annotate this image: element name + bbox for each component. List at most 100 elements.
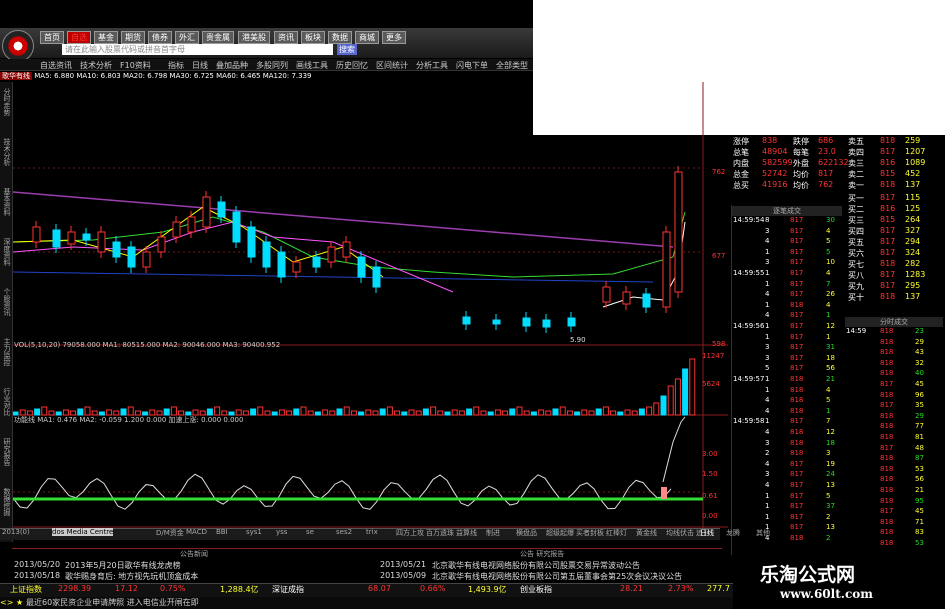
- indicator-tab-19[interactable]: 均线伏击: [666, 528, 694, 538]
- toolbar-button-5[interactable]: 外汇: [175, 31, 199, 44]
- menu-item-7[interactable]: 画线工具: [296, 60, 328, 71]
- quote-value2-0: 686: [818, 136, 834, 145]
- volume-bar-44: [329, 410, 336, 416]
- trade-price-30: 818: [790, 534, 804, 542]
- toolbar-button-11[interactable]: 商城: [355, 31, 379, 44]
- volume-bar-61: [451, 409, 458, 416]
- toolbar-button-12[interactable]: 更多: [382, 31, 406, 44]
- indicator-tab-1[interactable]: dos Media Centre: [52, 528, 114, 536]
- trade-n-3: 1: [765, 247, 770, 256]
- daily-tab[interactable]: 日线: [700, 528, 714, 538]
- indicator-tab-13[interactable]: 制进: [486, 528, 500, 538]
- volume-bar-86: [631, 410, 638, 416]
- sz-index-name[interactable]: 深证成指: [272, 584, 304, 595]
- indicator-tab-0[interactable]: 2013(0): [2, 528, 30, 536]
- ma-row: 歌华有线 MA5: 6.880 MA10: 6.803 MA20: 6.798 …: [0, 71, 533, 81]
- menu-item-8[interactable]: 历史回忆: [336, 60, 368, 71]
- trade-vol-5: 4: [826, 269, 831, 277]
- report-title-1[interactable]: 北京歌华有线电视网络股份有限公司第五届董事会第25次会议决议公告: [432, 571, 682, 582]
- sh-index-amount: 1,288.4亿: [220, 585, 259, 594]
- left-tab-2[interactable]: 基本资料: [1, 188, 11, 216]
- ask-label-0: 卖五: [848, 137, 864, 146]
- trade-n-16: 1: [765, 385, 770, 394]
- indicator-tab-8[interactable]: ses2: [336, 528, 352, 536]
- trade-price-11: 817: [790, 332, 804, 341]
- menu-item-3[interactable]: 指标: [168, 60, 184, 71]
- toolbar-button-1[interactable]: 自选: [67, 31, 91, 44]
- indicator-tab-22[interactable]: 其他: [756, 528, 770, 538]
- menu-item-11[interactable]: 闪电下单: [456, 60, 488, 71]
- minute-trades-panel[interactable]: [843, 316, 945, 555]
- indicator-tab-3[interactable]: MACD: [186, 528, 207, 536]
- menu-item-6[interactable]: 多股同列: [256, 60, 288, 71]
- toolbar-button-4[interactable]: 债券: [148, 31, 172, 44]
- menu-item-5[interactable]: 叠加品种: [216, 60, 248, 71]
- left-tab-1[interactable]: 技术分析: [1, 138, 11, 166]
- indicator-tab-11[interactable]: 百万遗珠: [426, 528, 454, 538]
- indicator-tab-17[interactable]: 红棒灯: [606, 528, 627, 538]
- news-ticker[interactable]: <> ★ 最近60家民资企业申请牌照 进入电信业开闸在即: [0, 597, 733, 609]
- news-title-0[interactable]: 2013年5月20日歌华有线龙虎榜: [65, 560, 181, 571]
- report-title-0[interactable]: 北京歌华有线电视网络股份有限公司股票交易异常波动公告: [432, 560, 640, 571]
- toolbar-button-8[interactable]: 资讯: [274, 31, 298, 44]
- left-tab-8[interactable]: 数据挖掘: [1, 488, 11, 516]
- quote-label2-3: 均价: [793, 170, 809, 179]
- indicator-tab-9[interactable]: trix: [366, 528, 378, 536]
- minute-vol-15: 21: [915, 486, 924, 494]
- left-tab-6[interactable]: 行业对比: [1, 388, 11, 416]
- indicator-tab-14[interactable]: 横盘品: [516, 528, 537, 538]
- news-title-1[interactable]: 歌华赐身育后: 地方视先玩机顶盒成本: [65, 571, 198, 582]
- menu-item-12[interactable]: 全部类型: [496, 60, 528, 71]
- sh-index-change: 17.12: [115, 584, 138, 593]
- indicator-tab-15[interactable]: 超级起爆: [546, 528, 574, 538]
- search-input[interactable]: 请在此输入股票代码或拼音首字母: [62, 44, 333, 55]
- app-logo-icon[interactable]: [2, 30, 34, 62]
- menu-item-10[interactable]: 分析工具: [416, 60, 448, 71]
- indicator-tab-21[interactable]: 龙腾: [726, 528, 740, 538]
- news-date-0[interactable]: 2013/05/20: [14, 560, 60, 569]
- bid-qty-9: 137: [905, 292, 921, 301]
- menu-item-4[interactable]: 日线: [192, 60, 208, 71]
- report-date-0[interactable]: 2013/05/21: [380, 560, 426, 569]
- minute-price-3: 818: [880, 358, 894, 367]
- toolbar-button-3[interactable]: 期货: [121, 31, 145, 44]
- toolbar-button-2[interactable]: 基金: [94, 31, 118, 44]
- left-tab-7[interactable]: 研究报告: [1, 438, 11, 466]
- left-tab-3[interactable]: 深度资料: [1, 238, 11, 266]
- menu-item-2[interactable]: F10资料: [120, 60, 151, 71]
- toolbar-button-0[interactable]: 首页: [40, 31, 64, 44]
- sh-index-name[interactable]: 上证指数: [10, 584, 42, 595]
- left-tab-4[interactable]: 个股资讯: [1, 288, 11, 316]
- cy-index-name[interactable]: 创业板指: [520, 584, 552, 595]
- toolbar-button-10[interactable]: 数据: [328, 31, 352, 44]
- indicator-tab-6[interactable]: yss: [276, 528, 287, 536]
- menu-item-0[interactable]: 自选资讯: [40, 60, 72, 71]
- indicator-tab-10[interactable]: 四方上攻: [396, 528, 424, 538]
- left-tab-5[interactable]: 主力监控: [1, 338, 11, 366]
- kline-chart[interactable]: [13, 82, 728, 528]
- candle-14: [247, 226, 256, 258]
- indicator-tab-7[interactable]: se: [306, 528, 314, 536]
- volume-bar-35: [264, 410, 271, 416]
- stock-title[interactable]: 歌华有线: [0, 72, 32, 80]
- toolbar-button-7[interactable]: 港美股: [238, 31, 270, 44]
- indicator-tab-18[interactable]: 黄金线: [636, 528, 657, 538]
- cy-index-pct: 2.73%: [668, 584, 694, 593]
- volume-bar-85: [624, 409, 631, 416]
- toolbar-button-6[interactable]: 贵金属: [202, 31, 234, 44]
- indicator-tab-5[interactable]: sys1: [246, 528, 262, 536]
- candle-9: [172, 221, 181, 238]
- left-tab-0[interactable]: 分时走势: [1, 88, 11, 116]
- candle-20: [342, 241, 351, 258]
- minute-vol-18: 71: [915, 517, 924, 526]
- menu-item-9[interactable]: 区间统计: [376, 60, 408, 71]
- news-date-1[interactable]: 2013/05/18: [14, 571, 60, 580]
- report-date-1[interactable]: 2013/05/09: [380, 571, 426, 580]
- toolbar-button-9[interactable]: 板块: [301, 31, 325, 44]
- menu-item-1[interactable]: 技术分析: [80, 60, 112, 71]
- indicator-tab-4[interactable]: BBI: [216, 528, 228, 536]
- indicator-tab-16[interactable]: 买者封板: [576, 528, 604, 538]
- indicator-tab-12[interactable]: 益算线: [456, 528, 477, 538]
- indicator-tab-2[interactable]: D/M资金: [156, 528, 184, 538]
- search-button[interactable]: 搜索: [337, 44, 357, 55]
